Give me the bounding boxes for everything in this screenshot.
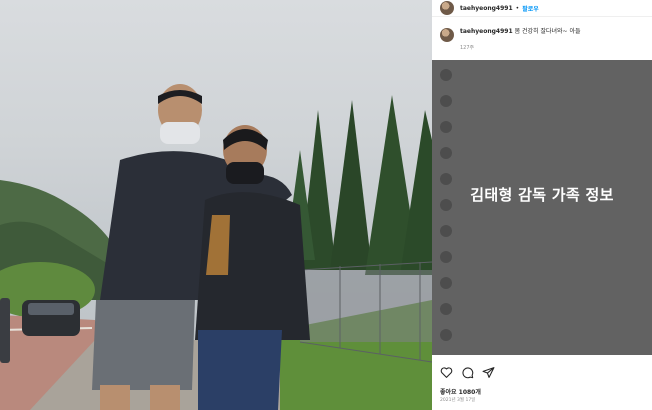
- photo-illustration: [0, 84, 432, 410]
- caption-body: 몸 건강히 잘다녀와~ 아들: [514, 28, 581, 35]
- caption-text: taehyeong4991 몸 건강히 잘다녀와~ 아들: [460, 28, 581, 36]
- likes-count[interactable]: 좋아요 1080개: [440, 387, 481, 396]
- separator-dot: •: [515, 4, 520, 12]
- author-avatar[interactable]: [440, 1, 454, 15]
- share-icon[interactable]: [482, 366, 495, 379]
- post-date: 2021년 3월 17일: [440, 398, 476, 403]
- caption-time: 127주: [460, 45, 475, 51]
- comment-icon[interactable]: [461, 366, 474, 379]
- info-overlay: 김태형 감독 가족 정보: [432, 60, 652, 355]
- caption-avatar[interactable]: [440, 28, 454, 42]
- post-header: taehyeong4991 • 팔로우: [432, 0, 652, 17]
- heart-icon[interactable]: [440, 366, 453, 379]
- caption-username[interactable]: taehyeong4991: [460, 28, 513, 35]
- post-panel: taehyeong4991 • 팔로우 taehyeong4991 몸 건강히 …: [432, 0, 652, 410]
- follow-button[interactable]: 팔로우: [522, 4, 539, 13]
- post-photo[interactable]: [0, 0, 432, 410]
- author-username[interactable]: taehyeong4991: [460, 5, 513, 12]
- post-actions: 좋아요 1080개 2021년 3월 17일: [432, 362, 652, 410]
- post-caption: taehyeong4991 몸 건강히 잘다녀와~ 아들 127주: [440, 28, 645, 51]
- overlay-title: 김태형 감독 가족 정보: [470, 185, 614, 204]
